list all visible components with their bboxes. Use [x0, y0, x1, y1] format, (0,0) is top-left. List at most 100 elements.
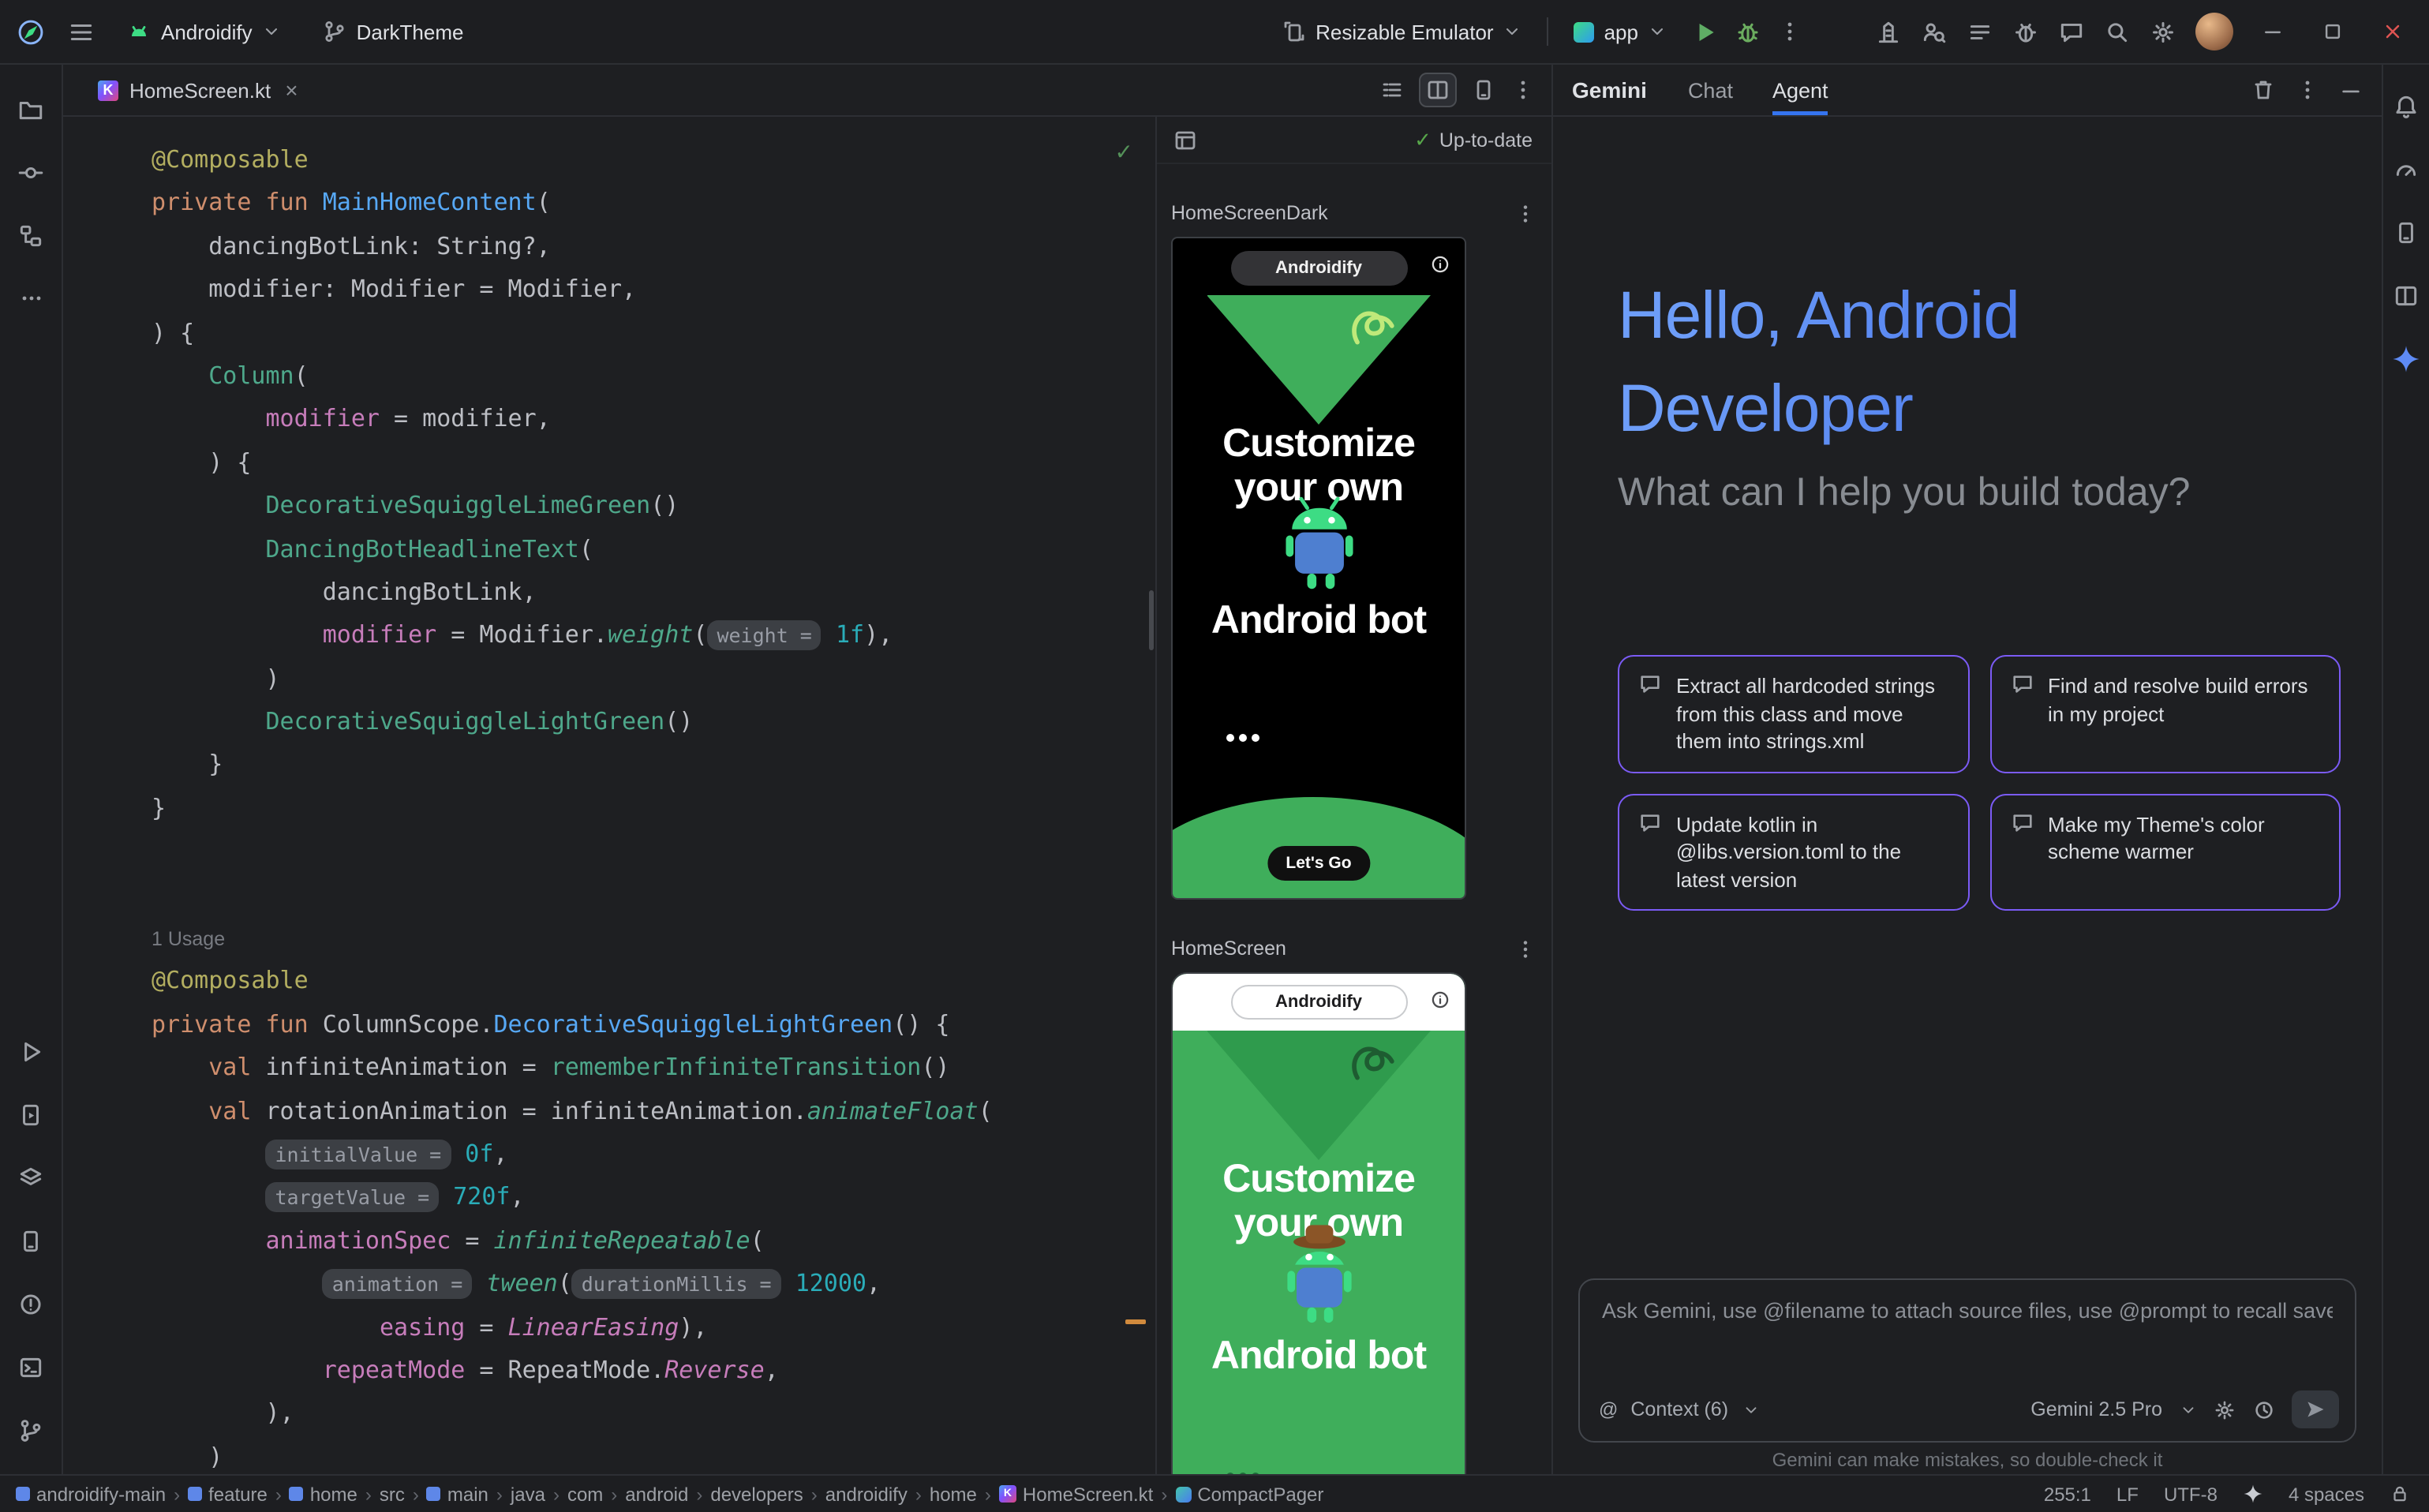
trash-icon[interactable]: [2251, 77, 2276, 103]
window-minimize-button[interactable]: [2252, 11, 2293, 52]
breadcrumb-item[interactable]: androidify-main: [16, 1483, 166, 1505]
design-view-icon[interactable]: [1471, 77, 1496, 103]
code-line[interactable]: modifier: Modifier = Modifier,: [152, 268, 1155, 312]
settings-gear-icon[interactable]: [2150, 18, 2176, 45]
user-avatar[interactable]: [2195, 13, 2233, 51]
split-view-toggle[interactable]: [1419, 73, 1457, 107]
run-button[interactable]: [1692, 18, 1719, 45]
preview-homescreendark[interactable]: Androidify Customize your own Android bo…: [1171, 237, 1466, 900]
breadcrumb-item[interactable]: KHomeScreen.kt: [999, 1483, 1153, 1505]
code-line[interactable]: }: [152, 788, 1155, 831]
code-line[interactable]: modifier = modifier,: [152, 399, 1155, 442]
breadcrumb-item[interactable]: feature: [188, 1483, 268, 1505]
suggestion-card[interactable]: Make my Theme's color scheme warmer: [1989, 793, 2341, 911]
commit-icon[interactable]: [0, 140, 62, 204]
ai-spark-icon[interactable]: [2243, 1484, 2263, 1504]
more-vertical-icon[interactable]: [2295, 77, 2320, 103]
code-line[interactable]: @Composable: [152, 139, 1155, 182]
cursor-position[interactable]: 255:1: [2044, 1483, 2091, 1505]
tab-close-icon[interactable]: ×: [285, 77, 298, 103]
device-selector[interactable]: Resizable Emulator: [1271, 13, 1531, 51]
indent-setting[interactable]: 4 spaces: [2289, 1483, 2364, 1505]
branch-selector[interactable]: DarkTheme: [313, 13, 473, 51]
run-config-selector[interactable]: app: [1565, 13, 1676, 50]
notifications-bell-icon[interactable]: [2383, 74, 2429, 137]
code-line[interactable]: DecorativeSquiggleLimeGreen(): [152, 485, 1155, 528]
preview-homescreen[interactable]: Androidify Customize your own Android bo…: [1171, 972, 1466, 1474]
more-vertical-icon[interactable]: [1510, 77, 1536, 103]
inspections-ok-icon[interactable]: ✓: [1115, 139, 1133, 166]
breadcrumb-item[interactable]: CompactPager: [1175, 1483, 1323, 1505]
checklist-icon[interactable]: [1967, 18, 1993, 45]
code-line[interactable]: repeatMode = RepeatMode.Reverse,: [152, 1349, 1155, 1393]
terminal-icon[interactable]: [0, 1335, 62, 1398]
hide-panel-icon[interactable]: [2339, 78, 2363, 102]
search-person-icon[interactable]: [1921, 18, 1948, 45]
more-actions-button[interactable]: [1777, 19, 1802, 44]
editor-tab-homescreen[interactable]: K HomeScreen.kt ×: [88, 65, 308, 115]
suggestion-card[interactable]: Update kotlin in @libs.version.toml to t…: [1618, 793, 1969, 911]
run-tool-icon[interactable]: [0, 1020, 62, 1083]
suggestion-card[interactable]: Extract all hardcoded strings from this …: [1618, 655, 1969, 773]
line-separator[interactable]: LF: [2116, 1483, 2139, 1505]
context-selector[interactable]: Context (6): [1630, 1398, 1728, 1420]
layers-icon[interactable]: [0, 1146, 62, 1209]
breadcrumb-item[interactable]: main: [427, 1483, 488, 1505]
window-layout-icon[interactable]: [1173, 127, 1198, 152]
model-selector[interactable]: Gemini 2.5 Pro: [2030, 1398, 2162, 1420]
running-devices-icon[interactable]: [0, 1083, 62, 1146]
gemini-input-box[interactable]: @ Context (6) Gemini 2.5 Pro: [1578, 1278, 2356, 1443]
history-clock-icon[interactable]: [2252, 1398, 2276, 1421]
code-line[interactable]: val infiniteAnimation = rememberInfinite…: [152, 1046, 1155, 1090]
tab-agent[interactable]: Agent: [1772, 65, 1828, 115]
code-line[interactable]: private fun MainHomeContent(: [152, 182, 1155, 226]
gemini-prompt-input[interactable]: [1599, 1293, 2336, 1327]
main-menu-icon[interactable]: [68, 18, 95, 45]
code-line[interactable]: modifier = Modifier.weight(weight = 1f),: [152, 615, 1155, 658]
code-line[interactable]: DecorativeSquiggleLightGreen(): [152, 701, 1155, 744]
code-line[interactable]: initialValue = 0f,: [152, 1133, 1155, 1177]
suggestion-card[interactable]: Find and resolve build errors in my proj…: [1989, 655, 2341, 773]
ladybug-icon[interactable]: [2012, 18, 2039, 45]
code-line[interactable]: ): [152, 1435, 1155, 1474]
code-line[interactable]: 1 Usage: [152, 917, 1155, 960]
problems-icon[interactable]: [0, 1272, 62, 1335]
hierarchy-icon[interactable]: [0, 204, 62, 267]
code-line[interactable]: [152, 874, 1155, 917]
code-line[interactable]: Column(: [152, 355, 1155, 399]
debug-button[interactable]: [1735, 18, 1761, 45]
project-selector[interactable]: Androidify: [117, 13, 290, 51]
code-line[interactable]: animation = tween(durationMillis = 12000…: [152, 1263, 1155, 1306]
window-maximize-button[interactable]: [2312, 11, 2353, 52]
code-line[interactable]: targetValue = 720f,: [152, 1177, 1155, 1220]
breadcrumb-item[interactable]: home: [930, 1483, 977, 1505]
code-line[interactable]: ) {: [152, 441, 1155, 485]
breadcrumb-item[interactable]: android: [625, 1483, 688, 1505]
gemini-spark-icon[interactable]: [2383, 327, 2429, 390]
search-icon[interactable]: [2104, 18, 2131, 45]
device-explorer-icon[interactable]: [2383, 200, 2429, 264]
breadcrumb-item[interactable]: developers: [710, 1483, 803, 1505]
lock-icon[interactable]: [2390, 1484, 2410, 1504]
project-folder-icon[interactable]: [0, 77, 62, 140]
editor-scrollbar[interactable]: [1149, 590, 1154, 650]
version-control-icon[interactable]: [0, 1398, 62, 1461]
code-line[interactable]: val rotationAnimation = infiniteAnimatio…: [152, 1090, 1155, 1133]
code-line[interactable]: @Composable: [152, 960, 1155, 1004]
breadcrumb-item[interactable]: java: [511, 1483, 545, 1505]
code-line[interactable]: dancingBotLink,: [152, 571, 1155, 615]
code-view-icon[interactable]: [1379, 77, 1405, 103]
code-line[interactable]: easing = LinearEasing),: [152, 1306, 1155, 1349]
message-sync-icon[interactable]: [2058, 18, 2085, 45]
code-line[interactable]: }: [152, 744, 1155, 788]
device-manager-icon[interactable]: [0, 1209, 62, 1272]
breadcrumb-item[interactable]: com: [567, 1483, 603, 1505]
code-line[interactable]: ) {: [152, 312, 1155, 355]
gauge-icon[interactable]: [2383, 137, 2429, 200]
code-line[interactable]: ): [152, 657, 1155, 701]
code-line[interactable]: ),: [152, 1393, 1155, 1436]
code-line[interactable]: animationSpec = infiniteRepeatable(: [152, 1220, 1155, 1263]
code-line[interactable]: DancingBotHeadlineText(: [152, 528, 1155, 571]
more-vertical-icon[interactable]: [1514, 201, 1537, 225]
file-encoding[interactable]: UTF-8: [2164, 1483, 2218, 1505]
